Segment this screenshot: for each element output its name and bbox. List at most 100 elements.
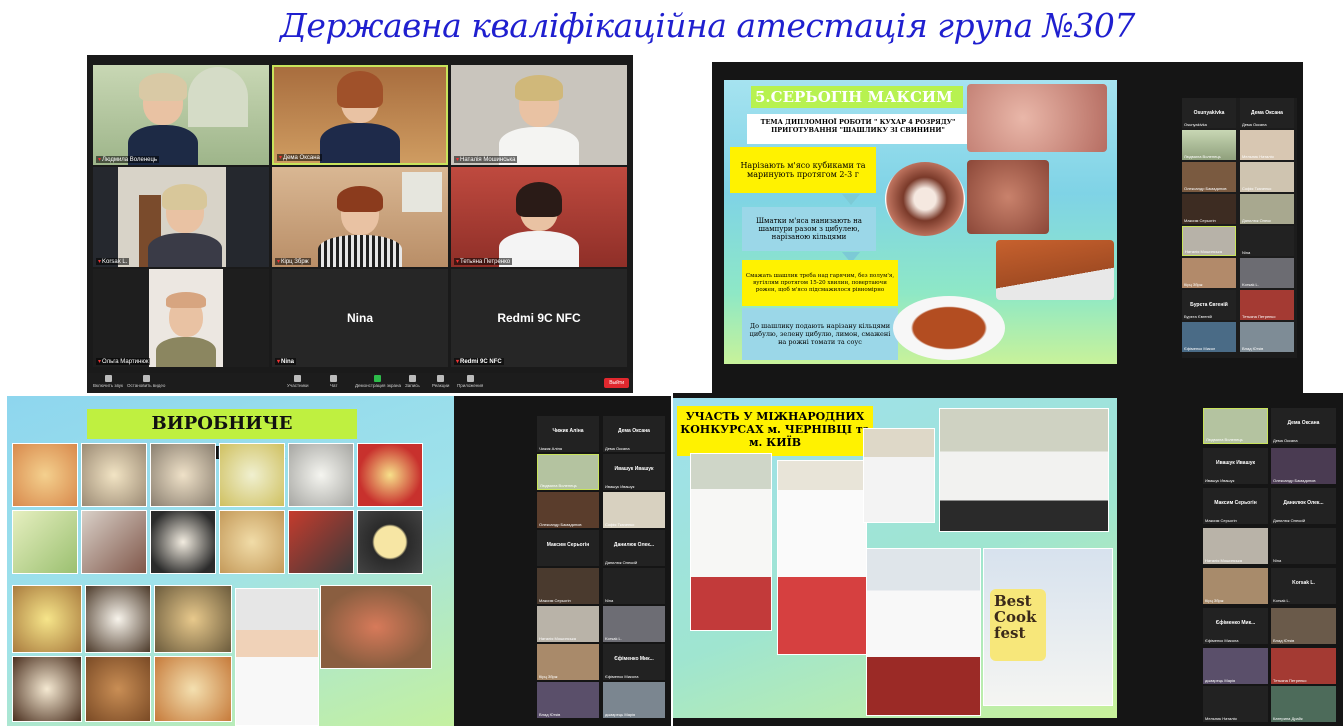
apps-icon [466, 375, 474, 382]
shared-slide-window: УЧАСТЬ У МІЖНАРОДНИХ КОНКУРСАХ м. ЧЕРНІВ… [673, 393, 1343, 726]
participant-cell-active[interactable]: Людмила Воленець [537, 454, 599, 490]
video-button[interactable]: Остановить видео [127, 375, 165, 388]
slide-title: 5.СЕРЬОГІН МАКСИМ [751, 86, 963, 108]
zoom-gallery-window: ▾Людмила Воленець ▾Дема Оксана ▾Наталія … [87, 55, 633, 393]
video-tile[interactable]: ▾Кірц Збрж [272, 167, 448, 267]
marinated-meat-photo [885, 162, 965, 236]
participant-cell[interactable]: Данилюк Олек... Данилюк Олексій [603, 530, 665, 566]
participant-cell[interactable]: Катерина Драйк [1271, 686, 1336, 722]
slide-subtitle: ТЕМА ДИПЛОМНОЇ РОБОТИ " КУХАР 4 РОЗРЯДУ"… [747, 114, 969, 144]
mute-button[interactable]: Включить звук [93, 375, 123, 388]
participant-cell[interactable]: Влад Ютків [537, 682, 599, 718]
record-button[interactable]: Запись [405, 375, 420, 388]
participant-cell[interactable]: Софія Ткаченко [1240, 162, 1294, 192]
participant-cell-active[interactable]: Наталія Мошинська [1182, 226, 1236, 256]
participant-cell[interactable]: Олександр Бамадинов [1271, 448, 1336, 484]
participants-button[interactable]: Участники [287, 375, 309, 388]
participant-display-name: Redmi 9C NFC [497, 311, 581, 325]
smile-icon [437, 375, 445, 382]
participant-cell[interactable]: Nina [1271, 528, 1336, 564]
participant-name: ▾Korsak L. [96, 258, 130, 265]
video-tile-active-speaker[interactable]: ▾Дема Оксана [272, 65, 448, 165]
reactions-button[interactable]: Реакции [432, 375, 449, 388]
grilled-skewers-photo [996, 240, 1114, 300]
participant-cell[interactable]: Влад Ютків [1240, 322, 1294, 352]
participant-cell[interactable]: Максим Серьогін [1182, 194, 1236, 224]
apps-button[interactable]: Приложения [457, 375, 483, 388]
video-tile[interactable]: ▾Наталія Мошинська [451, 65, 627, 165]
participant-cell[interactable]: Кірц Збрж [1203, 568, 1268, 604]
competition-photo [866, 548, 981, 716]
food-photo [154, 656, 232, 722]
participant-cell[interactable]: Ивашук Ивашук Ивашук Ивашук [603, 454, 665, 490]
participant-cell[interactable]: Чижик Аліна Чижик Аліна [537, 416, 599, 452]
participant-cell[interactable]: Дема Оксана Дема Оксана [1271, 408, 1336, 444]
participant-cell[interactable]: Korsak L. Korsak L. [1271, 568, 1336, 604]
video-tile[interactable]: ▾Korsak L. [93, 167, 269, 267]
participant-cell[interactable]: Мельник Наталія [1240, 130, 1294, 160]
skewered-meat-photo [967, 160, 1049, 234]
participant-cell[interactable]: Дема Оксана Дема Оксана [1240, 98, 1294, 128]
participant-cell[interactable]: Данилюк Олекс [1240, 194, 1294, 224]
shared-slide: ВИРОБНИЧЕ НАВЧАННЯ [7, 396, 454, 726]
record-icon [408, 375, 416, 382]
participant-cell[interactable]: дьмарець Марія [603, 682, 665, 718]
participant-cell[interactable]: Максим Серьогін [537, 530, 599, 566]
food-photo [85, 656, 151, 722]
participant-cell[interactable]: Тетьяна Петренко [1271, 648, 1336, 684]
participant-cell[interactable]: Дема Оксана Дема Оксана [603, 416, 665, 452]
participant-cell[interactable]: Максим Серьогін [537, 568, 599, 604]
food-photo [154, 585, 232, 653]
participant-cell[interactable]: Влад Ютків [1271, 608, 1336, 644]
participant-cell[interactable]: Людмила Воленець [1182, 130, 1236, 160]
participant-cell[interactable]: Олександр Бамадинов [537, 492, 599, 528]
participant-cell[interactable]: дьмарець Марія [1203, 648, 1268, 684]
video-tile[interactable]: ▾Ольга Мартинюк [93, 269, 269, 367]
participant-cell[interactable]: Korsak L. [1240, 258, 1294, 288]
participant-cell[interactable]: Nina [1240, 226, 1294, 256]
participant-cell[interactable]: Олександр Бамадинов [1182, 162, 1236, 192]
video-tile[interactable]: ▾Людмила Воленець [93, 65, 269, 165]
participant-cell[interactable]: Korsak L. [603, 606, 665, 642]
food-photo [81, 510, 147, 574]
participant-cell-active[interactable]: Людмила Воленець [1203, 408, 1268, 444]
team-photo [939, 408, 1109, 532]
participant-cell[interactable]: Єфіменко Мик... Єфіменко Микола [1203, 608, 1268, 644]
food-photo [12, 585, 82, 653]
participant-cell[interactable]: Софія Ткаченко [603, 492, 665, 528]
microphone-icon [104, 375, 112, 382]
food-photo [81, 443, 147, 507]
participant-cell[interactable]: Максим Серьогін Максим Серьогін [1203, 488, 1268, 524]
shared-slide-window: 5.СЕРЬОГІН МАКСИМ ТЕМА ДИПЛОМНОЇ РОБОТИ … [712, 62, 1303, 393]
share-icon [374, 375, 382, 382]
participant-cell[interactable]: Кірц Збрж [1182, 258, 1236, 288]
participant-cell[interactable]: Nina [603, 568, 665, 604]
shared-slide: УЧАСТЬ У МІЖНАРОДНИХ КОНКУРСАХ м. ЧЕРНІВ… [673, 398, 1117, 718]
share-screen-button[interactable]: Демонстрация экрана [355, 375, 401, 388]
participant-panel: Чижик Аліна Чижик Аліна Дема Оксана Дема О… [537, 416, 667, 718]
participant-cell[interactable]: Ивашук Ивашук Ивашук Ивашук [1203, 448, 1268, 484]
end-meeting-button[interactable]: Выйти [604, 378, 629, 388]
food-photo [320, 585, 432, 669]
participant-cell[interactable]: Наталія Мошинська [537, 606, 599, 642]
arrow-down-icon [842, 194, 860, 205]
video-tile[interactable]: ▾Тетьяна Петренко [451, 167, 627, 267]
video-tile-camera-off[interactable]: Nina ▾Nina [272, 269, 448, 367]
video-tile-camera-off[interactable]: Redmi 9C NFC ▾Redmi 9C NFC [451, 269, 627, 367]
poster-text: Best Cook fest [990, 589, 1046, 661]
food-photo [288, 510, 354, 574]
participant-cell[interactable]: Osunyakivka Osunyakivka [1182, 98, 1236, 128]
participant-cell[interactable]: Єфіменко Мик... Єфіменко Микола [603, 644, 665, 680]
participant-cell[interactable]: Бурєта Євгеній Бурєта Євгеній [1182, 290, 1236, 320]
step-box: Смажать шашлик треба над гарячим, без по… [742, 260, 898, 306]
chat-button[interactable]: Чат [330, 375, 337, 388]
participant-cell[interactable]: Єфіменко Микол [1182, 322, 1236, 352]
participant-cell[interactable]: Наталія Мошинська [1203, 528, 1268, 564]
participant-cell[interactable]: Кірц Збрж [537, 644, 599, 680]
participant-cell[interactable]: Тетьяна Петренко [1240, 290, 1294, 320]
participant-cell[interactable]: Данилюк Олек... Данилюк Олексій [1271, 488, 1336, 524]
competition-photo [863, 428, 935, 523]
food-photo [288, 443, 354, 507]
participant-cell[interactable]: Мельник Наталія [1203, 686, 1268, 722]
chat-icon [330, 375, 338, 382]
